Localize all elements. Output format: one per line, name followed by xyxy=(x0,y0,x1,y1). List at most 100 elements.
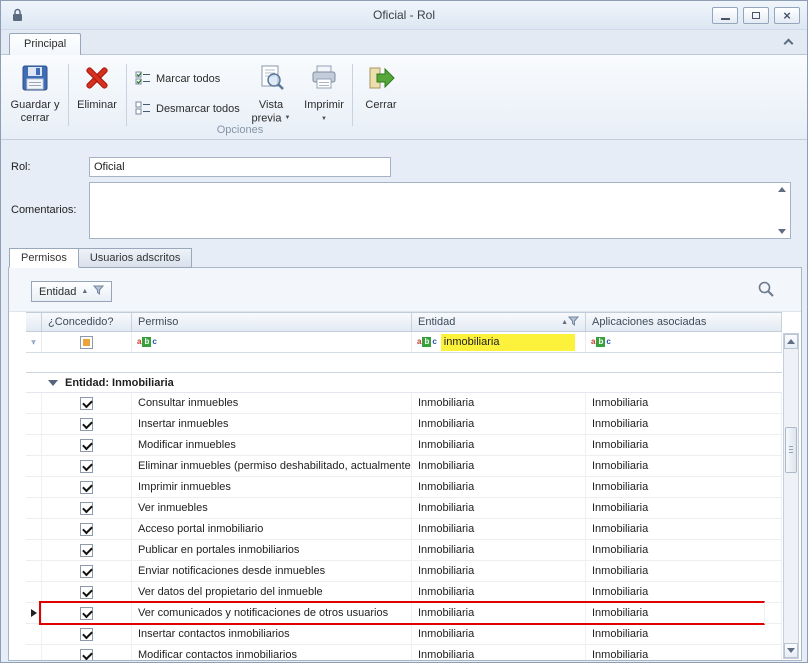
table-row[interactable]: Publicar en portales inmobiliarios Inmob… xyxy=(26,540,782,561)
entidad-cell: Inmobiliaria xyxy=(412,477,586,497)
grid-empty-gap xyxy=(26,353,782,372)
granted-checkbox[interactable] xyxy=(80,523,93,536)
search-icon[interactable] xyxy=(757,280,775,301)
window-title: Oficial - Rol xyxy=(1,8,807,22)
row-indicator-cell xyxy=(26,393,42,413)
sort-asc-icon: ▲ xyxy=(81,288,88,295)
sort-asc-icon: ▲ xyxy=(561,319,568,326)
save-icon xyxy=(20,63,50,96)
granted-checkbox[interactable] xyxy=(80,502,93,515)
table-row[interactable]: Insertar contactos inmobiliarios Inmobil… xyxy=(26,624,782,645)
restore-icon xyxy=(752,12,760,19)
abc-filter-icon: abc xyxy=(591,337,611,347)
filter-concedido-cell[interactable] xyxy=(42,332,132,352)
table-row[interactable]: Consultar inmuebles Inmobiliaria Inmobil… xyxy=(26,393,782,414)
table-row[interactable]: Modificar contactos inmobiliarios Inmobi… xyxy=(26,645,782,660)
group-row-inmobiliaria[interactable]: Entidad: Inmobiliaria xyxy=(26,372,782,393)
printer-icon xyxy=(309,63,339,96)
uncheck-all-button[interactable]: Desmarcar todos xyxy=(131,98,244,120)
row-indicator-cell xyxy=(26,624,42,644)
table-row[interactable]: Modificar inmuebles Inmobiliaria Inmobil… xyxy=(26,435,782,456)
filter-aplicaciones-cell[interactable]: abc xyxy=(586,332,782,352)
table-row[interactable]: Enviar notificaciones desde inmuebles In… xyxy=(26,561,782,582)
entidad-cell: Inmobiliaria xyxy=(412,393,586,413)
row-indicator-cell xyxy=(26,498,42,518)
minimize-button[interactable] xyxy=(712,7,738,24)
granted-checkbox[interactable] xyxy=(80,439,93,452)
table-row[interactable]: Eliminar inmuebles (permiso deshabilitad… xyxy=(26,456,782,477)
close-form-button[interactable]: Cerrar xyxy=(358,58,404,134)
granted-checkbox[interactable] xyxy=(80,481,93,494)
concedido-cell xyxy=(42,624,132,644)
scroll-up-icon[interactable] xyxy=(778,187,786,192)
concedido-cell xyxy=(42,603,132,623)
rol-input[interactable] xyxy=(89,157,391,177)
table-row[interactable]: Ver inmuebles Inmobiliaria Inmobiliaria xyxy=(26,498,782,519)
ribbon-collapse-button[interactable] xyxy=(781,37,795,49)
tab-principal[interactable]: Principal xyxy=(9,33,81,55)
filter-funnel-icon[interactable] xyxy=(568,316,579,329)
table-row[interactable]: Ver datos del propietario del inmueble I… xyxy=(26,582,782,603)
check-all-button[interactable]: Marcar todos xyxy=(131,68,224,90)
arrow-down-icon xyxy=(787,648,795,653)
permiso-cell: Ver comunicados y notificaciones de otro… xyxy=(132,603,412,623)
dropdown-arrow-icon: ▼ xyxy=(285,115,291,121)
collapse-group-icon[interactable] xyxy=(48,380,58,386)
column-header-entidad[interactable]: Entidad ▲ xyxy=(412,313,586,331)
table-row[interactable]: Acceso portal inmobiliario Inmobiliaria … xyxy=(26,519,782,540)
granted-checkbox[interactable] xyxy=(80,628,93,641)
print-button[interactable]: Imprimir▼ xyxy=(300,58,348,134)
scroll-down-icon[interactable] xyxy=(778,229,786,234)
filter-permiso-cell[interactable]: abc xyxy=(132,332,412,352)
delete-icon xyxy=(82,63,112,96)
aplicaciones-cell: Inmobiliaria xyxy=(586,624,782,644)
entidad-cell: Inmobiliaria xyxy=(412,435,586,455)
entidad-cell: Inmobiliaria xyxy=(412,624,586,644)
arrow-up-icon xyxy=(787,339,795,344)
granted-checkbox[interactable] xyxy=(80,565,93,578)
permiso-cell: Ver inmuebles xyxy=(132,498,412,518)
concedido-cell xyxy=(42,477,132,497)
scrollbar-up-button[interactable] xyxy=(784,334,798,349)
concedido-cell xyxy=(42,456,132,476)
indicator-column-header xyxy=(26,313,42,331)
granted-checkbox[interactable] xyxy=(80,397,93,410)
tab-permisos[interactable]: Permisos xyxy=(9,248,79,268)
filter-entidad-value[interactable]: inmobiliaria xyxy=(441,334,575,351)
table-row[interactable]: Insertar inmuebles Inmobiliaria Inmobili… xyxy=(26,414,782,435)
granted-checkbox[interactable] xyxy=(80,649,93,661)
granted-checkbox[interactable] xyxy=(80,544,93,557)
close-button[interactable]: × xyxy=(774,7,800,24)
vertical-scrollbar[interactable] xyxy=(783,333,799,659)
restore-button[interactable] xyxy=(743,7,769,24)
column-header-aplicaciones[interactable]: Aplicaciones asociadas xyxy=(586,313,782,331)
table-row[interactable]: Imprimir inmuebles Inmobiliaria Inmobili… xyxy=(26,477,782,498)
row-indicator-cell xyxy=(26,561,42,581)
group-by-entidad-chip[interactable]: Entidad ▲ xyxy=(31,281,112,302)
entidad-cell: Inmobiliaria xyxy=(412,498,586,518)
row-indicator-cell xyxy=(26,540,42,560)
delete-button[interactable]: Eliminar xyxy=(72,58,122,134)
granted-checkbox[interactable] xyxy=(80,418,93,431)
save-and-close-button[interactable]: Guardar y cerrar xyxy=(6,58,64,134)
filter-entidad-cell[interactable]: abc inmobiliaria xyxy=(412,332,586,352)
scrollbar-down-button[interactable] xyxy=(784,643,798,658)
table-row[interactable]: Ver comunicados y notificaciones de otro… xyxy=(26,603,782,624)
granted-checkbox[interactable] xyxy=(80,607,93,620)
print-preview-button[interactable]: Vista previa ▼ xyxy=(245,58,297,134)
granted-checkbox[interactable] xyxy=(80,586,93,599)
scrollbar-thumb[interactable] xyxy=(785,427,797,473)
column-header-permiso[interactable]: Permiso xyxy=(132,313,412,331)
filter-checkbox[interactable] xyxy=(80,336,93,349)
comentarios-textarea[interactable] xyxy=(89,182,791,239)
abc-filter-icon: abc xyxy=(417,337,437,347)
permissions-grid: ¿Concedido? Permiso Entidad ▲ Aplicacion… xyxy=(26,312,782,660)
entidad-cell: Inmobiliaria xyxy=(412,456,586,476)
permiso-cell: Eliminar inmuebles (permiso deshabilitad… xyxy=(132,456,412,476)
concedido-cell xyxy=(42,498,132,518)
column-header-concedido[interactable]: ¿Concedido? xyxy=(42,313,132,331)
permiso-cell: Insertar contactos inmobiliarios xyxy=(132,624,412,644)
aplicaciones-cell: Inmobiliaria xyxy=(586,582,782,602)
tab-usuarios-adscritos[interactable]: Usuarios adscritos xyxy=(78,248,192,268)
granted-checkbox[interactable] xyxy=(80,460,93,473)
